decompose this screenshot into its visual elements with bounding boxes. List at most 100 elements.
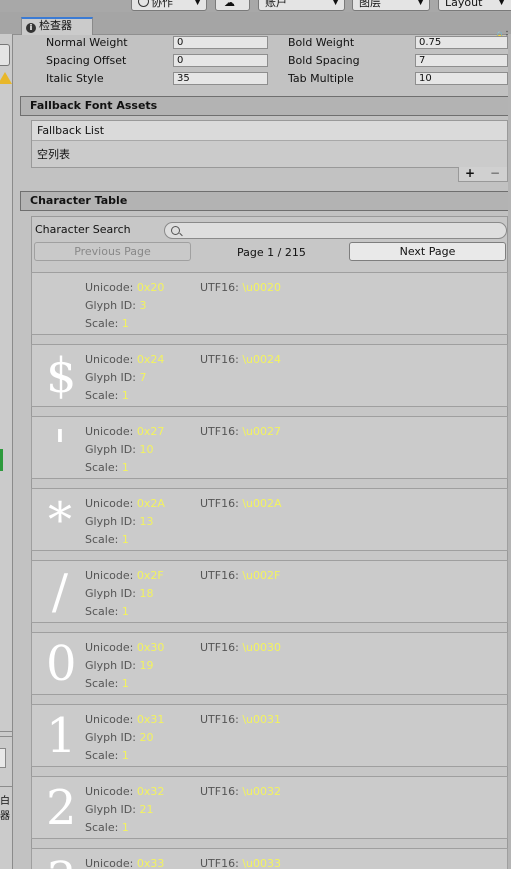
top-toolbar: 协作 ▼ ☁ 账户 ▼ 图层 ▼ Layout ▼ bbox=[0, 0, 511, 12]
unicode-value: 0x32 bbox=[136, 785, 165, 798]
character-card[interactable]: $ Unicode: 0x24 UTF16: \u0024 Glyph ID: 7 Sc… bbox=[31, 344, 508, 407]
glyph-id-value: 20 bbox=[139, 731, 154, 744]
glyph-id-label: Glyph ID: 3 bbox=[85, 299, 147, 312]
utf16-label: UTF16: \u0033 bbox=[200, 857, 281, 869]
layers-dropdown[interactable]: 图层 ▼ bbox=[352, 0, 430, 11]
scale-value: 1 bbox=[121, 533, 129, 546]
cloud-button[interactable]: ☁ bbox=[215, 0, 250, 11]
unicode-value: 0x31 bbox=[136, 713, 165, 726]
tab-inspector-label: 检查器 bbox=[39, 19, 72, 32]
utf16-label: UTF16: \u0027 bbox=[200, 425, 281, 438]
fallback-list: Fallback List 空列表 bbox=[31, 120, 508, 168]
add-button[interactable]: + bbox=[465, 167, 475, 180]
unicode-value: 0x30 bbox=[136, 641, 165, 654]
left-panel-button[interactable] bbox=[0, 44, 10, 66]
layout-label: Layout bbox=[445, 0, 483, 9]
scale-label: Scale: 1 bbox=[85, 317, 129, 330]
glyph-preview: ' bbox=[53, 420, 67, 476]
glyph-id-label: Glyph ID: 19 bbox=[85, 659, 154, 672]
previous-page-button[interactable]: Previous Page bbox=[34, 242, 191, 261]
utf16-label: UTF16: \u002A bbox=[200, 497, 282, 510]
unicode-label: Unicode: 0x20 bbox=[85, 281, 165, 294]
bold-weight-label: Bold Weight bbox=[288, 36, 355, 49]
utf16-value: \u0031 bbox=[242, 713, 281, 726]
unicode-value: 0x24 bbox=[136, 353, 165, 366]
glyph-preview: 3 bbox=[46, 851, 77, 869]
utf16-label: UTF16: \u0020 bbox=[200, 281, 281, 294]
character-card[interactable]: * Unicode: 0x2A UTF16: \u002A Glyph ID: 13 S… bbox=[31, 488, 508, 551]
italic-style-label: Italic Style bbox=[46, 72, 104, 85]
chevron-down-icon: ▼ bbox=[498, 0, 505, 7]
character-table-header[interactable]: Character Table bbox=[20, 191, 508, 211]
scale-label: Scale: 1 bbox=[85, 389, 129, 402]
scale-value: 1 bbox=[121, 389, 129, 402]
fallback-section-header[interactable]: Fallback Font Assets bbox=[20, 96, 508, 116]
fallback-list-toolbar: + − bbox=[458, 167, 508, 182]
page-indicator: Page 1 / 215 bbox=[237, 246, 306, 259]
scale-value: 1 bbox=[121, 677, 129, 690]
unicode-value: 0x2F bbox=[136, 569, 164, 582]
glyph-id-value: 3 bbox=[139, 299, 147, 312]
utf16-value: \u002A bbox=[242, 497, 282, 510]
left-panel: 白器 bbox=[0, 34, 13, 869]
utf16-value: \u002F bbox=[242, 569, 281, 582]
glyph-id-value: 10 bbox=[139, 443, 154, 456]
account-label: 账户 bbox=[265, 0, 287, 9]
glyph-id-value: 19 bbox=[139, 659, 154, 672]
scale-label: Scale: 1 bbox=[85, 749, 129, 762]
scale-value: 1 bbox=[121, 317, 129, 330]
character-search-input[interactable] bbox=[164, 222, 507, 239]
layout-dropdown[interactable]: Layout ▼ bbox=[438, 0, 511, 11]
left-panel-field[interactable] bbox=[0, 748, 6, 768]
scale-label: Scale: 1 bbox=[85, 821, 129, 834]
character-card[interactable]: 0 Unicode: 0x30 UTF16: \u0030 Glyph ID: 19 S… bbox=[31, 632, 508, 695]
glyph-preview: $ bbox=[46, 348, 77, 404]
bold-weight-field[interactable]: 0.75 bbox=[415, 36, 508, 49]
unicode-value: 0x33 bbox=[136, 857, 165, 869]
character-card[interactable]: 2 Unicode: 0x32 UTF16: \u0032 Glyph ID: 21 S… bbox=[31, 776, 508, 839]
unicode-label: Unicode: 0x30 bbox=[85, 641, 165, 654]
glyph-id-label: Glyph ID: 13 bbox=[85, 515, 154, 528]
unicode-label: Unicode: 0x27 bbox=[85, 425, 165, 438]
normal-weight-label: Normal Weight bbox=[46, 36, 128, 49]
glyph-id-value: 21 bbox=[139, 803, 154, 816]
glyph-preview bbox=[46, 275, 74, 333]
bold-spacing-label: Bold Spacing bbox=[288, 54, 360, 67]
italic-style-field[interactable]: 35 bbox=[173, 72, 268, 85]
unicode-label: Unicode: 0x2A bbox=[85, 497, 165, 510]
chevron-down-icon: ▼ bbox=[194, 0, 201, 7]
character-card[interactable]: 1 Unicode: 0x31 UTF16: \u0031 Glyph ID: 20 S… bbox=[31, 704, 508, 767]
divider bbox=[0, 731, 12, 732]
glyph-preview: / bbox=[51, 564, 69, 620]
chevron-down-icon: ▼ bbox=[417, 0, 424, 7]
bold-spacing-field[interactable]: 7 bbox=[415, 54, 508, 67]
character-card[interactable]: / Unicode: 0x2F UTF16: \u002F Glyph ID: 18 S… bbox=[31, 560, 508, 623]
tab-strip: i检查器 🔒 ⋮ bbox=[0, 12, 511, 42]
character-search-label: Character Search bbox=[35, 223, 131, 236]
next-page-button[interactable]: Next Page bbox=[349, 242, 506, 261]
tab-multiple-field[interactable]: 10 bbox=[415, 72, 508, 85]
character-card[interactable]: 3Unicode: 0x33UTF16: \u0033Glyph ID: Sca… bbox=[31, 848, 508, 869]
remove-button[interactable]: − bbox=[490, 167, 500, 180]
collab-label: 协作 bbox=[151, 0, 173, 9]
character-card[interactable]: Unicode: 0x20 UTF16: \u0020 Glyph ID: 3 Sca… bbox=[31, 272, 508, 335]
glyph-preview: 0 bbox=[46, 636, 77, 692]
normal-weight-field[interactable]: 0 bbox=[173, 36, 268, 49]
unicode-value: 0x2A bbox=[136, 497, 165, 510]
utf16-value: \u0027 bbox=[242, 425, 281, 438]
layers-label: 图层 bbox=[359, 0, 381, 9]
glyph-id-label: Glyph ID: 18 bbox=[85, 587, 154, 600]
account-dropdown[interactable]: 账户 ▼ bbox=[258, 0, 345, 11]
utf16-value: \u0030 bbox=[242, 641, 281, 654]
divider bbox=[0, 736, 12, 737]
scale-value: 1 bbox=[121, 461, 129, 474]
glyph-id-value: 13 bbox=[139, 515, 154, 528]
tab-inspector[interactable]: i 检查器 bbox=[21, 17, 93, 35]
unicode-value: 0x27 bbox=[136, 425, 165, 438]
collab-dropdown[interactable]: 协作 ▼ bbox=[131, 0, 207, 11]
utf16-value: \u0024 bbox=[242, 353, 281, 366]
spacing-offset-field[interactable]: 0 bbox=[173, 54, 268, 67]
utf16-value: \u0033 bbox=[242, 857, 281, 869]
unicode-label: Unicode: 0x2F bbox=[85, 569, 164, 582]
character-card[interactable]: ' Unicode: 0x27 UTF16: \u0027 Glyph ID: 10 S… bbox=[31, 416, 508, 479]
